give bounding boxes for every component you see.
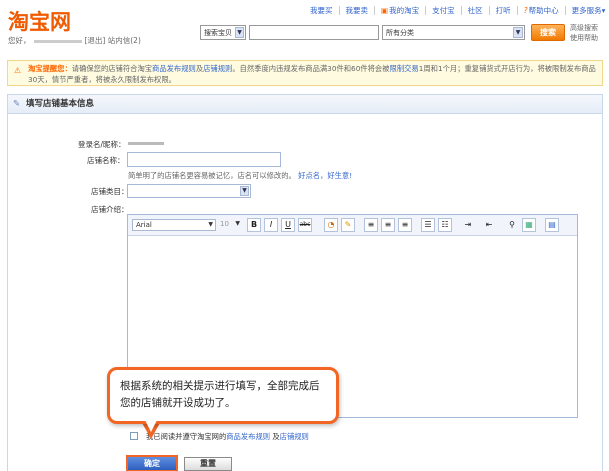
ordered-list-icon[interactable]: ☰ xyxy=(421,218,435,232)
indent-icon[interactable]: ⇥ xyxy=(461,218,475,232)
panel-title: 填写店铺基本信息 xyxy=(26,99,95,109)
notice-link-publish-rules[interactable]: 商品发布规则 xyxy=(152,64,196,73)
outdent-icon[interactable]: ⇤ xyxy=(482,218,496,232)
category-select[interactable]: 所有分类 ▼ xyxy=(382,25,525,40)
nav-sell[interactable]: 我要卖 xyxy=(338,6,375,15)
align-center-icon[interactable]: ≡ xyxy=(381,218,395,232)
reset-button[interactable]: 重置 xyxy=(184,457,232,471)
top-nav: 我要买 我要卖 ▣我的淘宝 支付宝 社区 打听 ?帮助中心 更多服务▾ xyxy=(304,6,609,15)
shop-name-input[interactable] xyxy=(127,152,281,167)
panel-header: ✎ 填写店铺基本信息 xyxy=(8,95,602,114)
search-help-links: 高级搜索 使用帮助 xyxy=(570,23,604,43)
chevron-down-icon: ▼ xyxy=(240,186,249,196)
shop-name-hint: 简单明了的店铺名更容易被记忆，店名可以修改的。 好点名，好生意! xyxy=(128,171,353,180)
nav-buy[interactable]: 我要买 xyxy=(304,6,339,15)
chevron-down-icon: ▼ xyxy=(208,221,213,228)
login-value-redacted xyxy=(128,142,164,145)
cart-icon: ▣ xyxy=(381,6,389,15)
chevron-down-icon: ▼ xyxy=(235,220,240,227)
highlight-icon[interactable]: ✎ xyxy=(341,218,355,232)
agreement-checkbox[interactable] xyxy=(130,432,138,440)
publish-rules-link[interactable]: 商品发布规则 xyxy=(226,432,270,441)
good-business-link[interactable]: 好生意! xyxy=(327,171,352,180)
text-color-icon[interactable]: ◔ xyxy=(324,218,338,232)
align-left-icon[interactable]: ≡ xyxy=(364,218,378,232)
notice-link-shop-rules[interactable]: 店铺规则 xyxy=(203,64,232,73)
greeting-text: 您好， xyxy=(8,36,31,45)
confirm-button[interactable]: 确定 xyxy=(126,455,178,471)
nav-more[interactable]: 更多服务▾ xyxy=(564,6,609,15)
intro-label: 店铺介绍： xyxy=(91,205,129,214)
logout-link[interactable]: [退出] xyxy=(85,36,106,45)
strikethrough-button[interactable]: abc xyxy=(298,218,312,232)
username-redacted xyxy=(33,39,82,43)
login-label: 登录名/昵称： xyxy=(78,140,126,149)
underline-button[interactable]: U xyxy=(281,218,295,232)
help-icon: ? xyxy=(523,6,528,15)
shop-name-label: 店铺名称： xyxy=(87,156,125,165)
nav-alipay[interactable]: 支付宝 xyxy=(425,6,461,15)
taobao-logo[interactable]: 淘宝网 xyxy=(8,6,71,36)
good-name-link[interactable]: 好点名， xyxy=(298,171,327,180)
source-icon[interactable]: ▤ xyxy=(545,218,559,232)
notice-title: 淘宝提醒您： xyxy=(28,64,72,73)
warning-icon: ⚠ xyxy=(14,66,22,75)
font-family-select[interactable]: Arial ▼ xyxy=(132,219,216,231)
shop-category-select[interactable]: ▼ xyxy=(127,184,251,198)
chevron-down-icon: ▼ xyxy=(235,27,244,38)
link-icon[interactable]: ⚲ xyxy=(505,218,519,232)
messages-link[interactable]: 站内信(2) xyxy=(108,36,141,45)
tooltip-pointer-inner xyxy=(145,420,157,432)
advanced-search-link[interactable]: 高级搜索 xyxy=(570,23,604,33)
align-right-icon[interactable]: ≡ xyxy=(398,218,412,232)
font-size-select[interactable]: 10 ▼ xyxy=(220,219,242,231)
nav-help[interactable]: ?帮助中心 xyxy=(516,6,565,15)
guide-tooltip: 根据系统的相关提示进行填写，全部完成后您的店铺就开设成功了。 xyxy=(107,367,339,424)
edit-icon: ✎ xyxy=(13,99,21,109)
nav-my-taobao[interactable]: ▣我的淘宝 xyxy=(374,6,425,15)
bold-button[interactable]: B xyxy=(247,218,261,232)
nav-community[interactable]: 社区 xyxy=(460,6,489,15)
chevron-down-icon: ▼ xyxy=(513,27,523,38)
notice-banner: ⚠ 淘宝提醒您：请确保您的店铺符合淘宝商品发布规则及店铺规则。自然季度内违规发布… xyxy=(7,60,603,86)
user-greeting: 您好， [退出] 站内信(2) xyxy=(8,35,141,46)
unordered-list-icon[interactable]: ☷ xyxy=(438,218,452,232)
search-type-select[interactable]: 搜索宝贝 ▼ xyxy=(200,25,246,40)
image-icon[interactable]: ▦ xyxy=(522,218,536,232)
category-label: 店铺类目： xyxy=(91,187,129,196)
usage-help-link[interactable]: 使用帮助 xyxy=(570,33,604,43)
shop-rules-link[interactable]: 店铺规则 xyxy=(280,432,309,441)
editor-toolbar: Arial ▼ 10 ▼ B I U abc ◔ ✎ ≡ ≡ ≡ ☰ ☷ ⇥ ⇤ ⚲… xyxy=(128,215,577,236)
chevron-down-icon: ▾ xyxy=(601,6,606,15)
search-input[interactable] xyxy=(249,25,379,40)
agreement-text: 我已阅读并遵守淘宝网的商品发布规则 及店铺规则 xyxy=(146,432,309,441)
italic-button[interactable]: I xyxy=(264,218,278,232)
nav-ask[interactable]: 打听 xyxy=(488,6,517,15)
search-button[interactable]: 搜索 xyxy=(531,24,565,41)
notice-link-restrict[interactable]: 限制交易 xyxy=(390,64,419,73)
